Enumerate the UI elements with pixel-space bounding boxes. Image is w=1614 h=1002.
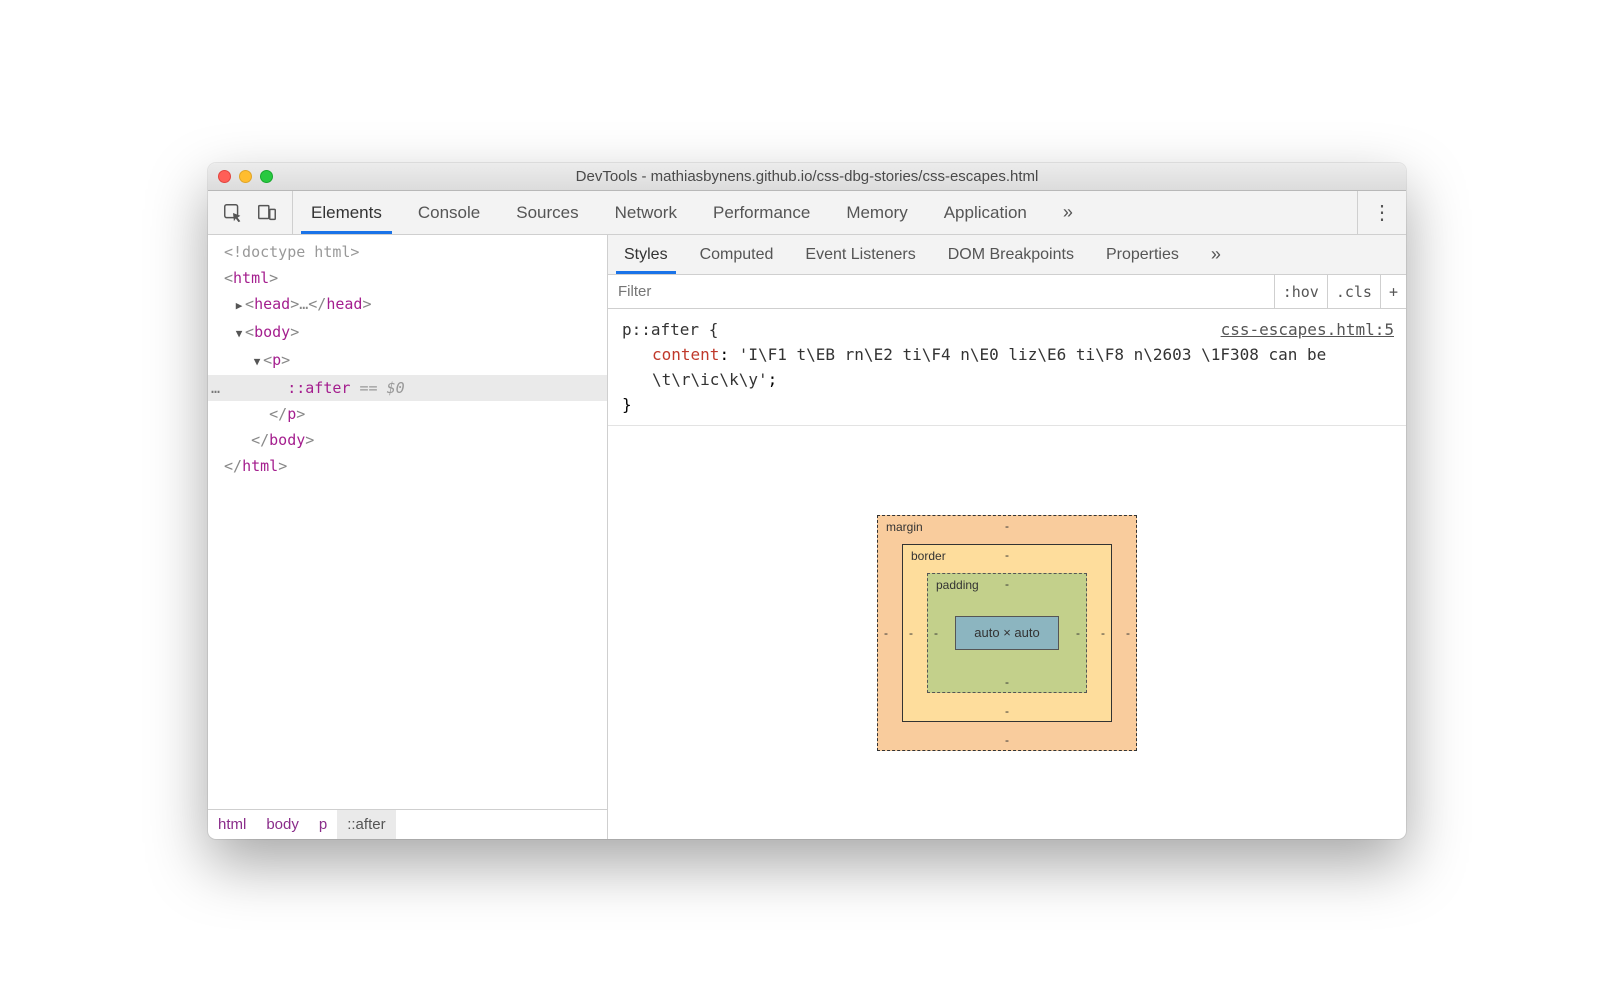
styles-panel: Styles Computed Event Listeners DOM Brea…	[608, 235, 1406, 839]
filter-input[interactable]	[608, 275, 1274, 308]
hov-toggle[interactable]: :hov	[1274, 275, 1327, 308]
tab-elements[interactable]: Elements	[293, 191, 400, 234]
tab-event-listeners[interactable]: Event Listeners	[789, 235, 931, 274]
elements-panel: <!doctype html> <html> ▶<head>…</head> ▼…	[208, 235, 608, 839]
device-icon[interactable]	[256, 202, 278, 224]
tab-styles[interactable]: Styles	[608, 235, 684, 274]
main-toolbar: Elements Console Sources Network Perform…	[208, 191, 1406, 235]
sidebar-tabs: Styles Computed Event Listeners DOM Brea…	[608, 235, 1406, 275]
tab-application[interactable]: Application	[926, 191, 1045, 234]
titlebar: DevTools - mathiasbynens.github.io/css-d…	[208, 163, 1406, 191]
subtabs-overflow[interactable]: »	[1195, 235, 1237, 274]
tab-performance[interactable]: Performance	[695, 191, 828, 234]
devtools-window: DevTools - mathiasbynens.github.io/css-d…	[208, 163, 1406, 839]
tabs-overflow[interactable]: »	[1045, 191, 1091, 234]
tab-properties[interactable]: Properties	[1090, 235, 1195, 274]
crumb-body[interactable]: body	[256, 810, 309, 839]
new-rule-button[interactable]: +	[1380, 275, 1406, 308]
content-area: <!doctype html> <html> ▶<head>…</head> ▼…	[208, 235, 1406, 839]
bm-margin[interactable]: margin ---- border ---- padding ---- aut…	[877, 515, 1137, 751]
window-title: DevTools - mathiasbynens.github.io/css-d…	[208, 168, 1406, 185]
bm-padding[interactable]: padding ---- auto × auto	[927, 573, 1087, 693]
tab-dom-breakpoints[interactable]: DOM Breakpoints	[932, 235, 1090, 274]
cls-toggle[interactable]: .cls	[1327, 275, 1380, 308]
crumb-html[interactable]: html	[208, 810, 256, 839]
crumb-p[interactable]: p	[309, 810, 337, 839]
tab-memory[interactable]: Memory	[828, 191, 925, 234]
tab-computed[interactable]: Computed	[684, 235, 790, 274]
styles-filter-bar: :hov .cls +	[608, 275, 1406, 309]
tab-console[interactable]: Console	[400, 191, 498, 234]
rule-source-link[interactable]: css-escapes.html:5	[1221, 317, 1394, 342]
selected-node[interactable]: ::after == $0	[208, 375, 607, 401]
main-tabs: Elements Console Sources Network Perform…	[293, 191, 1357, 234]
bm-border[interactable]: border ---- padding ---- auto × auto	[902, 544, 1112, 722]
bm-content[interactable]: auto × auto	[955, 616, 1059, 650]
crumb-after[interactable]: ::after	[337, 810, 395, 839]
tab-sources[interactable]: Sources	[498, 191, 596, 234]
css-rule[interactable]: css-escapes.html:5 p::after { content: '…	[608, 309, 1406, 426]
inspect-icon[interactable]	[222, 202, 244, 224]
dom-tree[interactable]: <!doctype html> <html> ▶<head>…</head> ▼…	[208, 235, 607, 809]
tab-network[interactable]: Network	[597, 191, 695, 234]
breadcrumb: html body p ::after	[208, 809, 607, 839]
more-icon[interactable]: ⋮	[1372, 200, 1392, 225]
box-model: margin ---- border ---- padding ---- aut…	[608, 426, 1406, 839]
